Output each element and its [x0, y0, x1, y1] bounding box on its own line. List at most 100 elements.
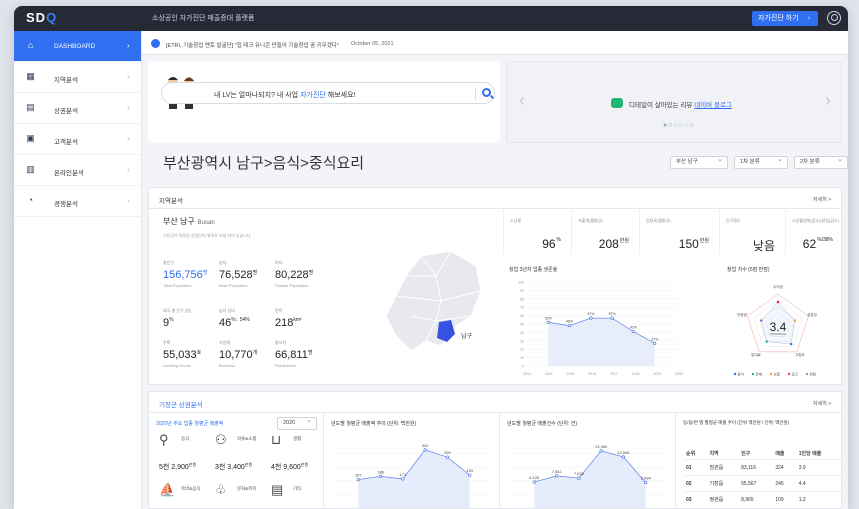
- legend-dot: [769, 372, 773, 376]
- kpi-label: 종사자: [275, 340, 287, 345]
- kpi-value: 10,770개: [219, 349, 258, 361]
- kpi-label: 여자: [275, 260, 283, 265]
- kpi-sub: Female Population: [275, 283, 309, 288]
- stat-value: 150만원: [678, 237, 709, 251]
- survival-chart-title: 창업 3년차 업종 생존율: [509, 267, 558, 273]
- kpi-2: 여자 80,228명 Female Population: [275, 260, 331, 288]
- data-point: [378, 474, 383, 478]
- kpi-value: 9%: [163, 317, 174, 329]
- news-bar[interactable]: [ETRI, 기술창업 멘토 발굴단] "집 테크 유니콘 만들어 기술창업 꿈…: [142, 31, 848, 55]
- kpi-0: 총인구 156,756명 Total Population: [163, 260, 219, 288]
- sidebar-item-customer[interactable]: ▣ 고객분석 ›: [14, 124, 141, 155]
- section-title: 지역분석: [159, 198, 183, 205]
- legend-label: 보통: [774, 371, 781, 376]
- sales-amount-chart: 167 186 171 342 299 193: [336, 439, 492, 509]
- x-tick-label: 2016: [588, 372, 596, 376]
- sidebar-item-commercial[interactable]: ▤ 상권분석 ›: [14, 93, 141, 124]
- data-label: 48%: [566, 320, 573, 324]
- data-label: 167: [355, 473, 362, 478]
- year-select[interactable]: 2020: [277, 415, 317, 430]
- etc-icon: ▤: [271, 482, 284, 497]
- app-window: SDQ 소상공인 자가진단 매출증대 플랫폼 자가진단 하기 › ⌂ DASHBO…: [14, 6, 848, 509]
- stat-4: 소상활성화(감소)/창업(감소) 62%/38%: [785, 210, 843, 255]
- stat-label: 임대료(월평균): [646, 218, 671, 223]
- ship-icon: ⛵: [159, 482, 176, 497]
- news-headline[interactable]: [ETRI, 기술창업 멘토 발굴단] "집 테크 유니콘 만들어 기술창업 꿈…: [166, 41, 339, 49]
- table-row[interactable]: 02 기장읍 55,567 245 4.4: [684, 475, 844, 492]
- radar-axis-label: 안정성: [737, 312, 747, 317]
- data-label: 13,450: [595, 444, 608, 449]
- stat-label: 인구밀도: [726, 218, 741, 223]
- cart-icon: ⊔: [271, 432, 282, 447]
- y-tick-label: 80: [520, 297, 524, 301]
- radar-point: [789, 342, 793, 346]
- kpi-value: 156,756명: [163, 269, 208, 281]
- carousel-dots[interactable]: ●○○○○○: [663, 122, 694, 129]
- promo-banner: ‹ 디테일이 살아있는 리뷰 네이버 블로그 ●○○○○○ ›: [506, 61, 842, 143]
- district-table-column: 동/읍/면 별 월평균 매출 추이 (단위 백만원 / 단위: 백만원) 순위 지…: [675, 412, 844, 509]
- customer-icon: ▣: [26, 133, 35, 143]
- more-link[interactable]: 자세히 >: [813, 400, 831, 407]
- search-icon[interactable]: [482, 88, 491, 97]
- table-cell: 4.4: [796, 475, 844, 492]
- stat-0: 소상율 96%: [503, 210, 571, 255]
- data-label: 5,994: [641, 476, 652, 481]
- sidebar-item-dashboard[interactable]: ⌂ DASHBOARD ›: [14, 31, 141, 62]
- sidebar-item-competition[interactable]: ◔ 경쟁분석 ›: [14, 186, 141, 217]
- data-point: [599, 449, 603, 453]
- table-row[interactable]: 01 점관읍 83,116 324 3.9: [684, 459, 844, 476]
- promo-text[interactable]: 디테일이 살아있는 리뷰 네이버 블로그: [629, 99, 732, 109]
- y-tick-label: 10: [520, 356, 524, 360]
- commercial-analysis-panel: 기장군 상권분석 자세히 > 2020년 주요 업종 월평균 매출액 2020 …: [148, 391, 844, 509]
- legend-label: 경고: [792, 371, 799, 376]
- data-point: [589, 316, 593, 320]
- data-label: 193: [466, 468, 473, 473]
- data-label: 186: [377, 469, 384, 474]
- self-diagnose-button[interactable]: 자가진단 하기 ›: [752, 11, 818, 26]
- next-arrow-icon[interactable]: ›: [825, 90, 831, 111]
- sidebar-item-online[interactable]: ▥ 온라인분석 ›: [14, 155, 141, 186]
- home-icon: ⌂: [27, 40, 34, 50]
- kpi-label: 주택: [163, 340, 171, 345]
- category-sales-column: 2020년 주요 업종 월평균 매출액 2020 ⚲ 음식 5천 2,900만원 ⚇ 의…: [149, 412, 323, 509]
- sales-count-chart: 6,120 7,542 7,038 13,450 12,006 5,994: [512, 439, 668, 509]
- y-tick-label: 20: [520, 348, 524, 352]
- more-link[interactable]: 자세히 >: [813, 196, 831, 203]
- data-label: 52%: [545, 316, 552, 320]
- stat-label: 소상율: [510, 218, 522, 223]
- table-row[interactable]: 03 정관읍 8,965 109 1.2: [684, 491, 844, 507]
- area-fill: [548, 318, 655, 366]
- data-point: [653, 341, 657, 345]
- search-prompt: 내 LV는 얼마나되지? 내 사업 자가진단 해보세요!: [214, 92, 356, 99]
- user-icon[interactable]: [827, 11, 841, 25]
- district-ranking-table: 순위 지역 인구 매출 1인당 매출 01 점관읍 83,116 324 3.9 02 기장읍 55,5…: [684, 448, 844, 507]
- category-label: 음식: [181, 436, 190, 441]
- kpi-label: 남자: [219, 260, 227, 265]
- search-input[interactable]: 내 LV는 얼마나되지? 내 사업 자가진단 해보세요!: [161, 82, 495, 104]
- data-point: [468, 473, 472, 477]
- region-select[interactable]: 부산 남구: [670, 154, 728, 169]
- radar-axis-label: 고립도: [795, 352, 805, 357]
- category2-select[interactable]: 2차 분류: [794, 154, 848, 169]
- col-title: 년도별 월평균 매출액 추이 (단위: 백만원): [331, 421, 417, 427]
- top-bar: SDQ 소상공인 자가진단 매출증대 플랫폼 자가진단 하기 ›: [14, 6, 848, 31]
- region-name: 부산 남구 Busan: [163, 217, 215, 226]
- survival-line-chart: 10090807060504030201002013 2014 2015 2016 20…: [518, 281, 683, 377]
- kpi-value: 80,228명: [275, 269, 314, 281]
- category1-select[interactable]: 1차 분류: [734, 154, 788, 169]
- kpi-sub: Dwelling House: [163, 363, 191, 368]
- column-header: 1인당 매출: [798, 451, 822, 457]
- y-tick-label: 90: [520, 289, 524, 293]
- radar-axis-label: 임대료: [751, 352, 761, 357]
- app-logo[interactable]: SDQ: [26, 10, 57, 25]
- stat-3: 인구밀도 낮음: [719, 210, 785, 255]
- legend-dot: [805, 372, 809, 376]
- kpi-value: 55,033호: [163, 349, 202, 361]
- col-title: 2020년 주요 업종 월평균 매출액: [156, 421, 224, 427]
- prev-arrow-icon[interactable]: ‹: [519, 90, 525, 111]
- radar-point: [793, 319, 796, 322]
- sales-trend-column: 년도별 월평균 매출액 추이 (단위: 백만원) 167 186 171 342 299…: [323, 412, 499, 509]
- sidebar-item-region[interactable]: ▦ 지역분석 ›: [14, 62, 141, 93]
- table-cell: 3.9: [796, 459, 844, 476]
- data-point: [567, 324, 572, 328]
